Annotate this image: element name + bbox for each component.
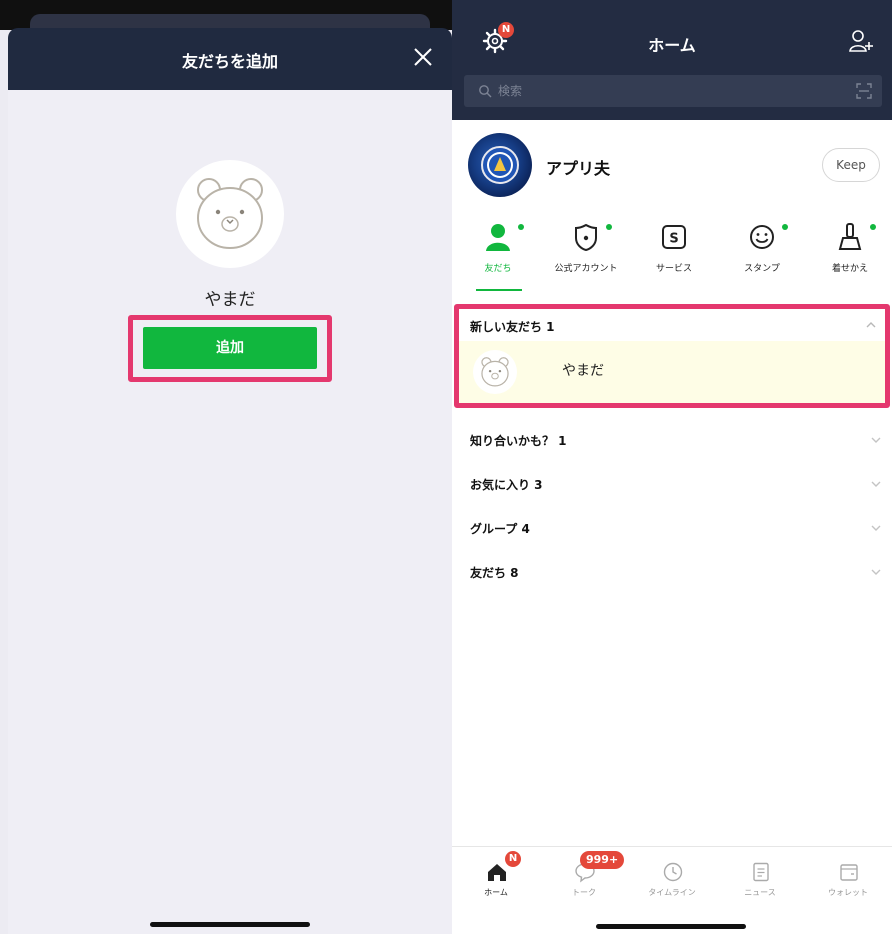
home-indicator bbox=[150, 922, 310, 927]
new-dot bbox=[782, 224, 788, 230]
clock-icon bbox=[663, 862, 683, 882]
chevron-down-icon bbox=[871, 437, 881, 443]
svg-text:S: S bbox=[669, 232, 678, 247]
bear-avatar-icon bbox=[197, 178, 263, 249]
home-screen: N ホーム 検索 アプリ夫 Keep 友だち 公式アカウント S サービス スタ… bbox=[452, 0, 892, 934]
tab-label: トーク bbox=[572, 888, 596, 897]
home-tab-badge: N bbox=[505, 851, 521, 867]
tab-home[interactable]: ホーム bbox=[452, 847, 540, 907]
tab-news[interactable]: ニュース bbox=[716, 847, 804, 907]
category-friends[interactable]: 友だち bbox=[454, 215, 542, 295]
person-icon bbox=[486, 224, 510, 251]
add-friend-header: 友だちを追加 bbox=[8, 28, 452, 90]
add-button[interactable]: 追加 bbox=[143, 327, 317, 369]
friend-avatar bbox=[176, 160, 284, 268]
tab-wallet[interactable]: ウォレット bbox=[804, 847, 892, 907]
add-friend-title: 友だちを追加 bbox=[181, 52, 278, 71]
theme-brush-icon bbox=[838, 223, 862, 250]
home-indicator bbox=[596, 924, 746, 929]
section-groups[interactable]: グループ 4 bbox=[452, 508, 892, 548]
category-themes[interactable]: 着せかえ bbox=[806, 215, 892, 295]
category-services[interactable]: S サービス bbox=[630, 215, 718, 295]
search-icon bbox=[479, 85, 492, 98]
section-label: グループ 4 bbox=[470, 522, 530, 536]
tab-label: ニュース bbox=[744, 888, 776, 897]
chevron-down-icon bbox=[871, 569, 881, 575]
close-icon[interactable] bbox=[410, 44, 436, 70]
news-icon bbox=[753, 862, 769, 882]
section-friends[interactable]: 友だち 8 bbox=[452, 552, 892, 592]
qr-scan-icon[interactable] bbox=[856, 83, 872, 99]
category-label: 友だち bbox=[484, 264, 512, 274]
chevron-down-icon bbox=[871, 525, 881, 531]
chevron-down-icon bbox=[871, 481, 881, 487]
active-tab-underline bbox=[476, 289, 522, 291]
tab-timeline[interactable]: タイムライン bbox=[628, 847, 716, 907]
shield-icon bbox=[575, 223, 597, 252]
home-header: N ホーム 検索 bbox=[452, 0, 892, 120]
home-title: ホーム bbox=[648, 36, 696, 55]
home-icon bbox=[488, 864, 506, 881]
talk-unread-badge: 999+ bbox=[580, 851, 625, 869]
search-placeholder: 検索 bbox=[498, 84, 523, 98]
category-stickers[interactable]: スタンプ bbox=[718, 215, 806, 295]
category-label: スタンプ bbox=[744, 264, 780, 274]
section-label: 知り合いかも？ 1 bbox=[470, 434, 567, 448]
add-friend-screen: 友だちを追加 やまだ 追加 bbox=[0, 0, 452, 934]
section-favorites[interactable]: お気に入り 3 bbox=[452, 464, 892, 504]
tab-label: タイムライン bbox=[648, 888, 696, 897]
category-label: サービス bbox=[655, 264, 692, 274]
category-official-accounts[interactable]: 公式アカウント bbox=[542, 215, 630, 295]
section-label: お気に入り 3 bbox=[470, 478, 543, 492]
profile-avatar[interactable] bbox=[468, 133, 532, 197]
new-dot bbox=[518, 224, 524, 230]
club-crest-icon bbox=[481, 146, 519, 184]
new-friends-highlight bbox=[454, 304, 890, 408]
tab-label: ホーム bbox=[484, 888, 508, 897]
category-label: 着せかえ bbox=[831, 264, 868, 274]
new-dot bbox=[870, 224, 876, 230]
tab-label: ウォレット bbox=[828, 888, 868, 897]
category-row: 友だち 公式アカウント S サービス スタンプ 着せかえ bbox=[452, 215, 892, 295]
profile-name[interactable]: アプリ夫 bbox=[546, 155, 610, 179]
wallet-icon bbox=[840, 864, 858, 881]
search-input[interactable]: 検索 bbox=[464, 75, 882, 107]
add-friend-icon[interactable] bbox=[848, 28, 874, 54]
bottom-tab-bar: ホーム N トーク 999+ タイムライン ニュース ウォレット bbox=[452, 846, 892, 934]
section-suggested[interactable]: 知り合いかも？ 1 bbox=[452, 420, 892, 460]
friend-name: やまだ bbox=[204, 290, 256, 310]
category-label: 公式アカウント bbox=[554, 264, 618, 274]
section-label: 友だち 8 bbox=[470, 566, 519, 580]
smiley-icon bbox=[750, 225, 774, 249]
new-dot bbox=[606, 224, 612, 230]
keep-button[interactable]: Keep bbox=[822, 148, 880, 182]
service-s-icon: S bbox=[662, 225, 686, 249]
